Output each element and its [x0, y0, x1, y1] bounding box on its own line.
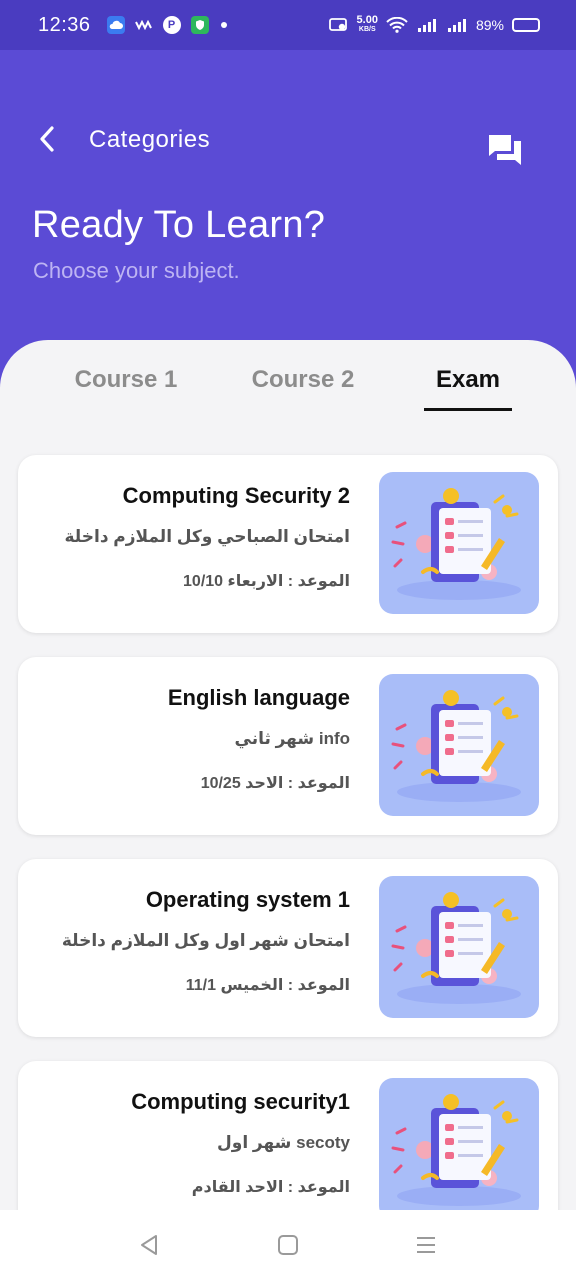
shield-app-icon [190, 16, 209, 34]
exam-card[interactable]: English language info شهر ثاني الموعد : … [18, 657, 558, 835]
tab-course-1[interactable]: Course 1 [66, 366, 186, 394]
top-navigation: Categories [0, 118, 576, 165]
back-triangle-icon [141, 1235, 157, 1255]
wifi-icon [386, 17, 408, 33]
pinterest-icon: P [162, 16, 181, 34]
signal-icon-2 [447, 19, 466, 32]
exam-card[interactable]: Computing security1 secoty شهر اول الموع… [18, 1061, 558, 1220]
card-title: Computing security1 [131, 1089, 350, 1114]
card-date: الموعد : الاحد القادم [191, 1179, 350, 1196]
chevron-left-icon [40, 126, 54, 152]
battery-percent: 89% [475, 17, 504, 33]
signal-icon-1 [417, 19, 436, 32]
tab-course-2[interactable]: Course 2 [242, 366, 364, 394]
wave-app-icon [134, 16, 153, 34]
speed-value: 5.00 [356, 14, 378, 26]
card-text: Operating system 1 امتحان شهر اول وكل ال… [30, 887, 350, 995]
card-description: secoty شهر اول [217, 1133, 350, 1152]
more-notifications-dot [220, 22, 227, 28]
card-description: امتحان الصباحي وكل الملازم داخلة [64, 527, 350, 546]
chat-button[interactable] [484, 130, 526, 170]
recents-menu-icon [417, 1237, 435, 1253]
active-tab-indicator [424, 408, 512, 411]
battery-icon [512, 18, 540, 32]
card-text: English language info شهر ثاني الموعد : … [30, 685, 350, 793]
card-title: Computing Security 2 [122, 483, 350, 508]
system-nav-bar [0, 1210, 576, 1280]
notification-icons: P [106, 16, 227, 34]
tab-bar: Course 1 Course 2 Exam [0, 340, 576, 440]
home-square-icon [278, 1235, 298, 1255]
hero-title: Ready To Learn? [32, 204, 326, 246]
content-sheet: Course 1 Course 2 Exam Computing Securit… [0, 340, 576, 1220]
card-date: الموعد : الخميس 11/1 [185, 977, 350, 994]
card-description: امتحان شهر اول وكل الملازم داخلة [61, 931, 350, 950]
back-button[interactable] [30, 122, 64, 156]
cloud-app-icon [106, 16, 125, 34]
exam-clipboard-illustration [379, 876, 539, 1018]
nav-recents-button[interactable] [409, 1228, 443, 1262]
exam-clipboard-illustration [379, 472, 539, 614]
page-title: Categories [89, 126, 211, 153]
network-speed: 5.00 KB/S [356, 14, 378, 34]
card-description: info شهر ثاني [234, 729, 350, 748]
card-date: الموعد : الاحد 10/25 [200, 775, 350, 792]
status-time: 12:36 [38, 13, 91, 36]
exam-clipboard-illustration [379, 1078, 539, 1220]
system-status: 5.00 KB/S 89% [328, 14, 540, 34]
card-title: Operating system 1 [145, 887, 350, 912]
card-text: Computing Security 2 امتحان الصباحي وكل … [30, 483, 350, 591]
exam-clipboard-illustration [379, 674, 539, 816]
card-title: English language [167, 685, 350, 710]
speed-unit: KB/S [358, 26, 376, 33]
screen-cast-icon [328, 18, 347, 31]
nav-back-button[interactable] [132, 1228, 166, 1262]
hero-subtitle: Choose your subject. [33, 258, 240, 283]
exam-card[interactable]: Operating system 1 امتحان شهر اول وكل ال… [18, 859, 558, 1037]
tab-exam[interactable]: Exam [424, 366, 512, 394]
card-date: الموعد : الاربعاء 10/10 [183, 573, 350, 590]
card-text: Computing security1 secoty شهر اول الموع… [30, 1089, 350, 1197]
nav-home-button[interactable] [271, 1228, 305, 1262]
status-bar: 12:36 P 5.00 KB/S 89% [0, 0, 576, 50]
exam-card[interactable]: Computing Security 2 امتحان الصباحي وكل … [18, 455, 558, 633]
chat-bubbles-icon [489, 135, 521, 165]
